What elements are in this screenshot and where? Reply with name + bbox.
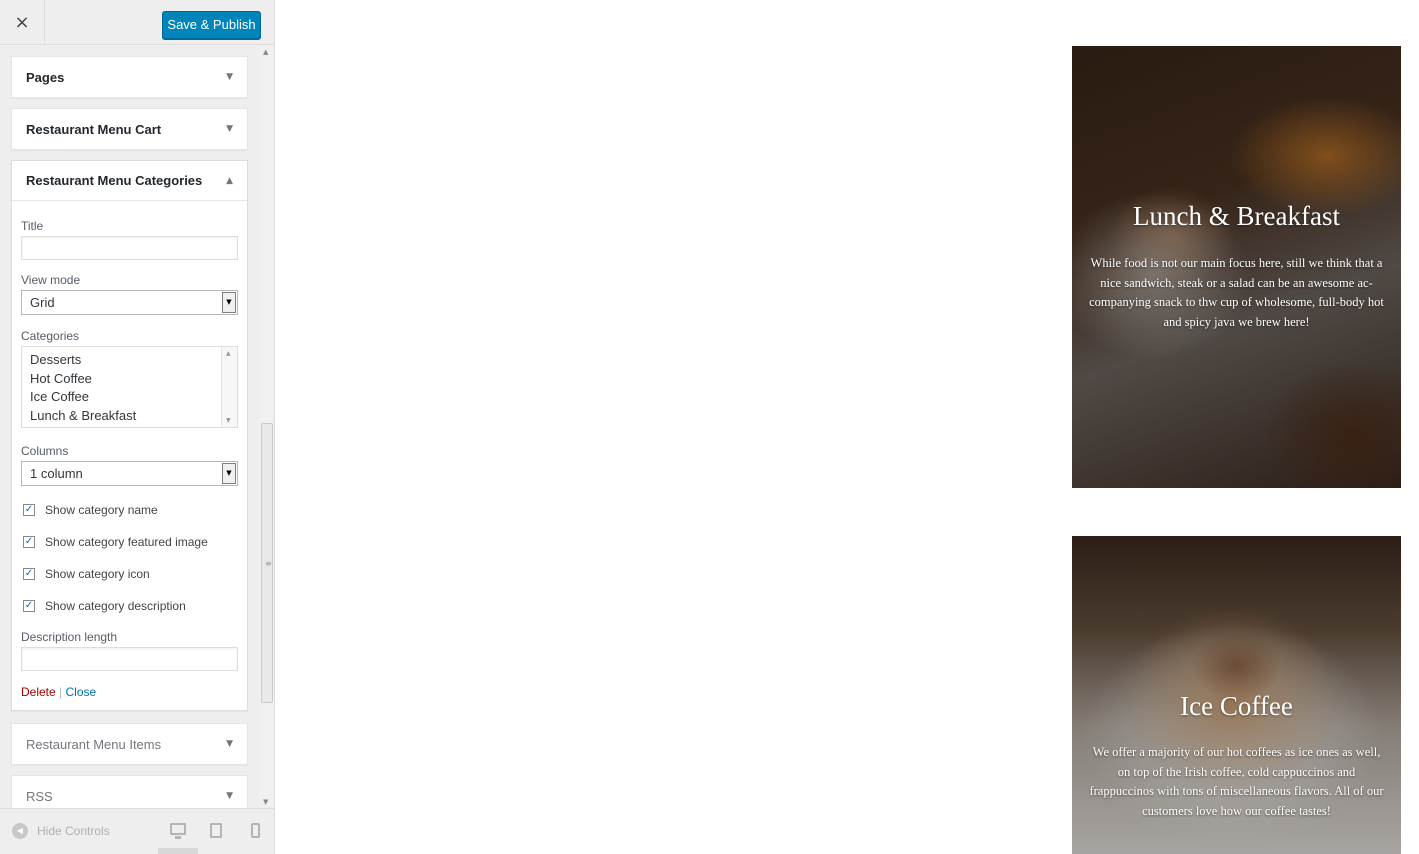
scroll-up-icon[interactable]: ▲	[226, 350, 231, 357]
category-card[interactable]: Ice Coffee We offer a majority of our ho…	[1072, 536, 1401, 854]
collapse-arrow-icon: ◀	[12, 823, 28, 839]
sidebar-scrollbar[interactable]: ▲ ≡ ▼	[259, 46, 274, 808]
checkbox-label: Show category description	[45, 599, 186, 613]
show-category-name-row[interactable]: ✓ Show category name	[21, 494, 238, 526]
section-restaurant-menu-cart[interactable]: Restaurant Menu Cart ▼	[11, 108, 248, 150]
chevron-down-icon: ▼	[226, 72, 233, 82]
footer-handle	[158, 848, 198, 854]
columns-value: 1 column	[30, 466, 83, 481]
show-category-featured-image-row[interactable]: ✓ Show category featured image	[21, 526, 238, 558]
view-mode-value: Grid	[30, 295, 55, 310]
widget-form: Title View mode Grid ▼ Categories Desser…	[12, 201, 247, 709]
close-customizer-button[interactable]: ×	[0, 0, 45, 45]
tablet-icon[interactable]	[210, 823, 222, 838]
hide-controls-button[interactable]: ◀ Hide Controls	[12, 823, 110, 839]
show-category-icon-row[interactable]: ✓ Show category icon	[21, 558, 238, 590]
show-category-icon-checkbox[interactable]: ✓	[23, 568, 35, 580]
section-header[interactable]: Restaurant Menu Cart ▼	[12, 109, 247, 149]
section-title: Restaurant Menu Items	[26, 736, 162, 752]
categories-label: Categories	[21, 329, 80, 343]
dropdown-arrow-icon[interactable]: ▼	[222, 292, 236, 313]
section-pages[interactable]: Pages ▼	[11, 56, 248, 98]
category-card[interactable]: Lunch & Breakfast While food is not our …	[1072, 46, 1401, 488]
chevron-down-icon: ▼	[226, 739, 233, 749]
customizer-footer: ◀ Hide Controls	[0, 808, 274, 854]
section-header[interactable]: Restaurant Menu Items ▼	[12, 724, 247, 764]
category-title: Ice Coffee	[1180, 691, 1293, 721]
category-description: We offer a majority of our hot coffees a…	[1089, 745, 1384, 818]
grip-icon: ≡	[265, 559, 272, 568]
section-header[interactable]: Restaurant Menu Categories ▲	[12, 161, 247, 201]
title-label: Title	[21, 219, 44, 233]
customizer-panel: Pages ▼ Restaurant Menu Cart ▼ Restauran…	[0, 46, 259, 808]
chevron-up-icon: ▲	[226, 175, 233, 186]
scroll-down-icon[interactable]: ▼	[263, 798, 268, 806]
desktop-icon[interactable]	[170, 823, 186, 839]
section-restaurant-menu-items[interactable]: Restaurant Menu Items ▼	[11, 723, 248, 765]
columns-select[interactable]: 1 column ▼	[21, 461, 238, 486]
separator: |	[59, 685, 63, 699]
title-input[interactable]	[21, 236, 238, 260]
section-title: Restaurant Menu Categories	[26, 173, 203, 188]
show-category-featured-image-checkbox[interactable]: ✓	[23, 536, 35, 548]
scrollbar-thumb[interactable]: ≡	[261, 423, 273, 703]
view-mode-select[interactable]: Grid ▼	[21, 290, 238, 315]
checkbox-label: Show category featured image	[45, 535, 208, 549]
chevron-down-icon: ▼	[226, 124, 233, 134]
section-rss[interactable]: RSS ▼	[11, 775, 248, 808]
delete-link[interactable]: Delete	[21, 685, 56, 699]
checkbox-label: Show category icon	[45, 567, 150, 581]
columns-label: Columns	[21, 444, 69, 458]
show-category-name-checkbox[interactable]: ✓	[23, 504, 35, 516]
dropdown-arrow-icon[interactable]: ▼	[222, 463, 236, 484]
section-restaurant-menu-categories: Restaurant Menu Categories ▲ Title View …	[11, 160, 248, 711]
categories-listbox[interactable]: Desserts Hot Coffee Ice Coffee Lunch & B…	[21, 346, 238, 428]
category-title: Lunch & Breakfast	[1133, 201, 1340, 231]
chevron-down-icon: ▼	[226, 791, 233, 801]
listbox-scrollbar[interactable]: ▲ ▼	[221, 347, 237, 427]
save-publish-button[interactable]: Save & Publish	[162, 11, 261, 39]
section-title: RSS	[26, 788, 53, 804]
category-description: While food is not our main focus here, s…	[1089, 256, 1384, 329]
widget-actions: Delete | Close	[21, 685, 238, 699]
customizer-header: × Save & Publish	[0, 0, 274, 45]
section-header[interactable]: RSS ▼	[12, 776, 247, 808]
hide-controls-label: Hide Controls	[37, 824, 110, 838]
scroll-down-icon[interactable]: ▼	[226, 417, 231, 424]
category-option[interactable]: Hot Coffee	[30, 370, 237, 389]
show-category-description-checkbox[interactable]: ✓	[23, 600, 35, 612]
category-option[interactable]: Lunch & Breakfast	[30, 407, 237, 426]
mobile-icon[interactable]	[251, 823, 260, 838]
show-category-description-row[interactable]: ✓ Show category description	[21, 590, 238, 622]
category-option[interactable]: Desserts	[30, 351, 237, 370]
checkbox-group: ✓ Show category name ✓ Show category fea…	[21, 494, 238, 622]
category-option[interactable]: Ice Coffee	[30, 388, 237, 407]
description-length-label: Description length	[21, 630, 118, 644]
description-length-input[interactable]	[21, 647, 238, 671]
close-icon: ×	[14, 12, 30, 33]
section-title: Pages	[26, 69, 65, 85]
section-title: Restaurant Menu Cart	[26, 121, 162, 137]
customizer-sidebar: × Save & Publish Pages ▼ Restaurant Menu…	[0, 0, 275, 854]
view-mode-label: View mode	[21, 273, 81, 287]
checkbox-label: Show category name	[45, 503, 158, 517]
section-header[interactable]: Pages ▼	[12, 57, 247, 97]
scroll-up-icon[interactable]: ▲	[263, 48, 268, 56]
close-link[interactable]: Close	[66, 685, 97, 699]
